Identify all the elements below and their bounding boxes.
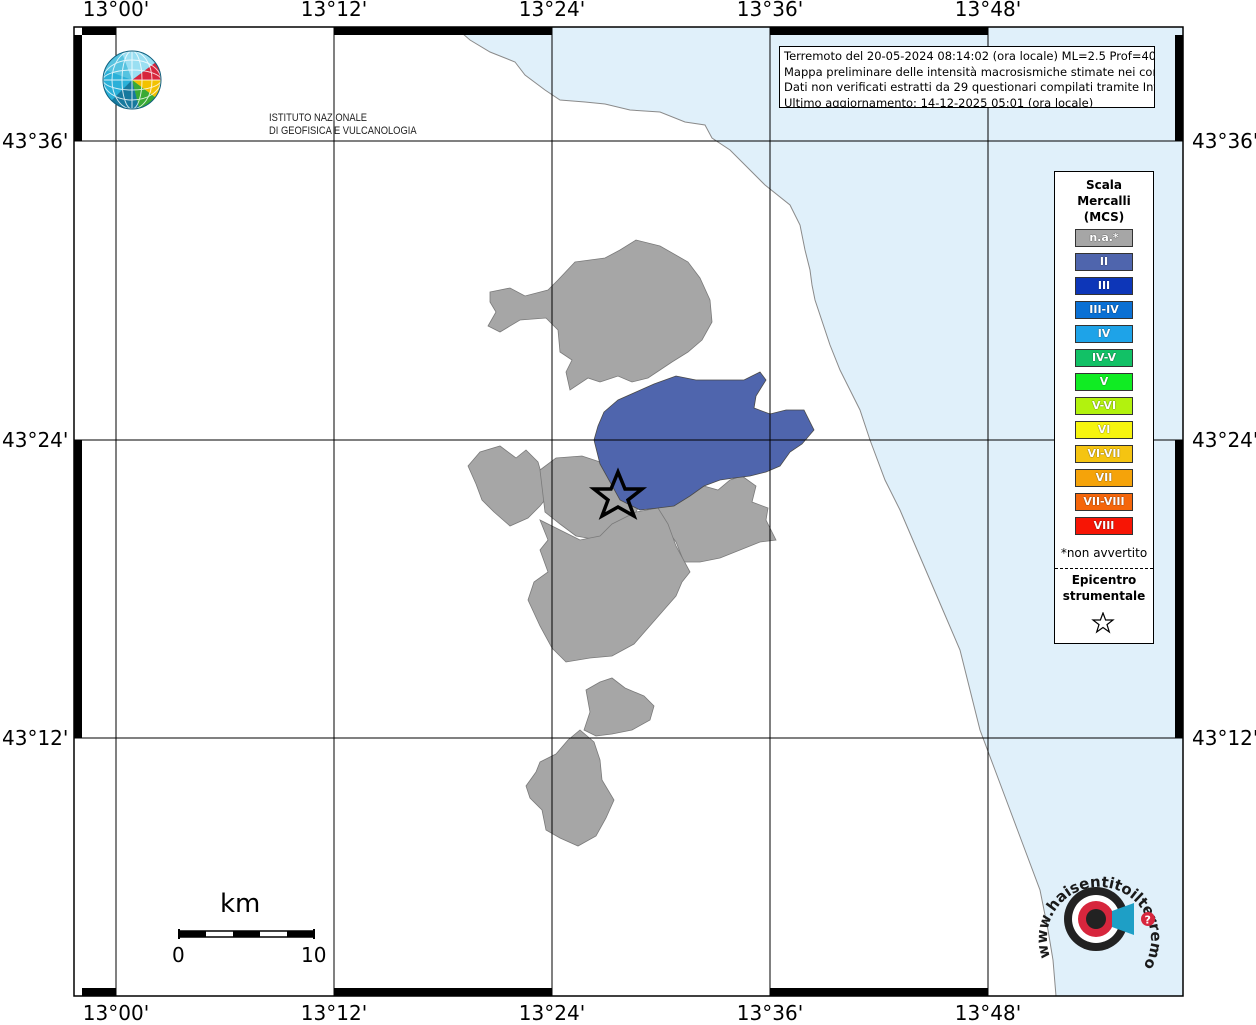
lon-label-bottom-4: 13°36' (736, 1001, 804, 1025)
legend-separator (1055, 568, 1153, 569)
lon-label-top-2: 13°12' (300, 0, 368, 21)
lat-label-right-2: 43°24' (1192, 428, 1256, 452)
legend-item-v: V (1075, 373, 1133, 391)
info-line-2: Mappa preliminare delle intensità macros… (784, 64, 1155, 79)
lon-label-top-1: 13°00' (82, 0, 150, 21)
lat-label-right-1: 43°36' (1192, 129, 1256, 153)
scale-bar: km 0 10 (160, 885, 340, 975)
scale-bar-min-label: 0 (172, 943, 185, 967)
ingv-globe-icon (102, 50, 162, 110)
ingv-name-line-2: DI GEOFISICA E VULCANOLOGIA (269, 125, 417, 137)
legend-item-iiiiv: III-IV (1075, 301, 1133, 319)
legend-star-icon (1091, 612, 1115, 634)
info-line-1: Terremoto del 20-05-2024 08:14:02 (ora l… (784, 49, 1155, 63)
legend-title-line-2: Mercalli (1077, 194, 1131, 208)
legend-title-line-1: Scala (1085, 178, 1123, 192)
info-line-4: Ultimo aggiornamento: 14-12-2025 05:01 (… (784, 95, 1094, 108)
legend-item-vvi: V-VI (1075, 397, 1133, 415)
lon-label-top-5: 13°48' (954, 0, 1022, 21)
earthquake-info-box: Terremoto del 20-05-2024 08:14:02 (ora l… (779, 46, 1155, 108)
legend-item-iii: III (1075, 277, 1133, 295)
legend-title: Scala Mercalli (MCS) (1055, 177, 1153, 225)
lon-label-bottom-2: 13°12' (300, 1001, 368, 1025)
scale-bar-unit: km (220, 889, 261, 919)
legend-item-viiviii: VII-VIII (1075, 493, 1133, 511)
legend-item-ivv: IV-V (1075, 349, 1133, 367)
legend-epicenter-line-2: strumentale (1062, 589, 1146, 603)
ingv-name-line-1: ISTITUTO NAZIONALE (269, 112, 368, 124)
legend-epicenter-line-1: Epicentro (1071, 573, 1137, 587)
mercalli-legend: Scala Mercalli (MCS) n.a.* II III III-IV IV I… (1054, 171, 1154, 644)
legend-item-viii: VIII (1075, 517, 1133, 535)
info-line-3: Dati non verificati estratti da 29 quest… (784, 80, 1155, 94)
lat-label-left-1: 43°36' (2, 129, 69, 153)
legend-item-na: n.a.* (1075, 229, 1133, 247)
lat-label-left-2: 43°24' (2, 428, 69, 452)
lon-label-bottom-1: 13°00' (82, 1001, 150, 1025)
ingv-name: ISTITUTO NAZIONALE DI GEOFISICA E VULCAN… (269, 112, 417, 138)
hsit-logo: www.haisentitoilterremoto.it ? (1034, 855, 1164, 973)
lon-label-top-3: 13°24' (518, 0, 586, 21)
legend-item-vi: VI (1075, 421, 1133, 439)
legend-epicenter-label: Epicentro strumentale (1055, 572, 1153, 604)
svg-text:?: ? (1145, 914, 1151, 927)
ingv-logo: ISTITUTO NAZIONALE DI GEOFISICA E VULCAN… (100, 48, 417, 137)
lat-label-right-3: 43°12' (1192, 726, 1256, 750)
legend-item-vii: VII (1075, 469, 1133, 487)
lat-label-left-3: 43°12' (2, 726, 69, 750)
legend-item-ii: II (1075, 253, 1133, 271)
legend-item-iv: IV (1075, 325, 1133, 343)
scale-bar-max-label: 10 (301, 943, 327, 967)
lon-label-top-4: 13°36' (736, 0, 804, 21)
legend-item-vivii: VI-VII (1075, 445, 1133, 463)
lon-label-bottom-5: 13°48' (954, 1001, 1022, 1025)
legend-note: *non avvertito (1060, 546, 1148, 560)
legend-title-line-3: (MCS) (1083, 210, 1125, 224)
lon-label-bottom-3: 13°24' (518, 1001, 586, 1025)
